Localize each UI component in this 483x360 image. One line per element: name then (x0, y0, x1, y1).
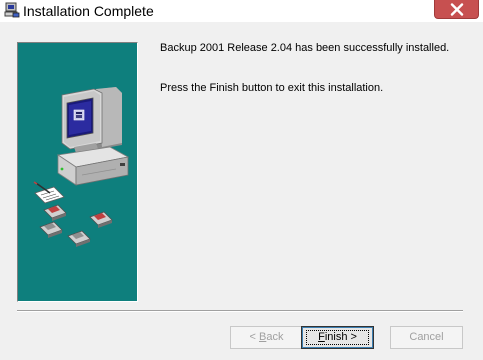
cancel-button[interactable]: Cancel (390, 326, 463, 349)
back-button[interactable]: < Back (230, 326, 303, 349)
back-button-prefix: < (249, 331, 259, 343)
finish-button[interactable]: Finish > (301, 326, 374, 349)
close-button[interactable] (434, 0, 479, 19)
window-title: Installation Complete (23, 3, 154, 19)
separator (17, 310, 463, 312)
computer-illustration (33, 87, 130, 247)
title-bar[interactable]: Installation Complete (0, 0, 483, 22)
finish-instruction-message: Press the Finish button to exit this ins… (160, 82, 384, 94)
installer-dialog: Installation Complete Backup 2001 Releas… (0, 0, 483, 360)
focus-rectangle (306, 330, 369, 345)
installer-computer-icon (4, 2, 20, 18)
install-success-message: Backup 2001 Release 2.04 has been succes… (160, 42, 450, 54)
back-button-label: ack (266, 331, 284, 343)
cancel-button-label: Cancel (409, 331, 444, 343)
dialog-body: Backup 2001 Release 2.04 has been succes… (0, 22, 483, 360)
side-illustration-panel (17, 42, 138, 302)
close-icon (450, 3, 464, 16)
